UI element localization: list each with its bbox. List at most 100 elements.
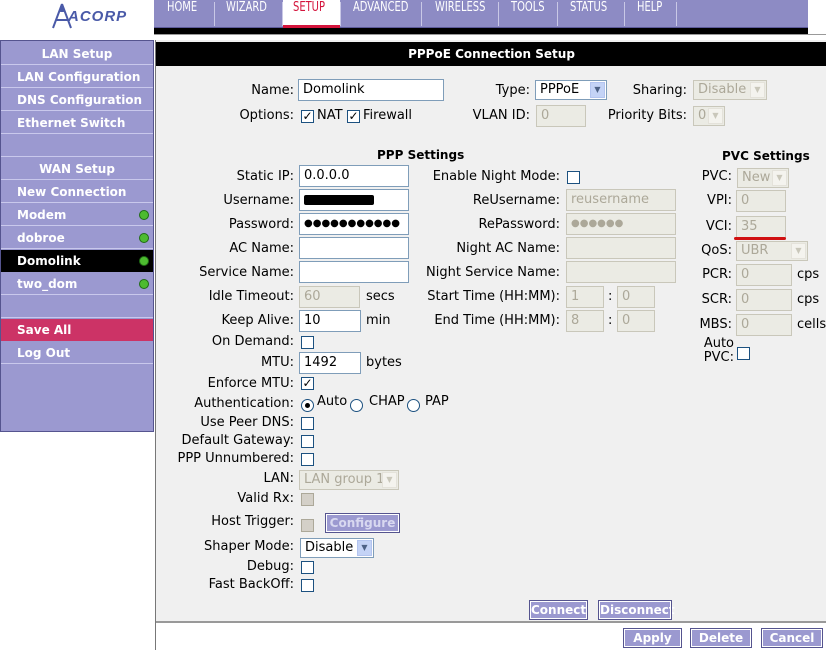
- enforce-mtu-checkbox[interactable]: ✓: [301, 377, 314, 390]
- auto-pvc-checkbox[interactable]: [737, 347, 750, 360]
- save-all-button[interactable]: Save All: [1, 319, 153, 341]
- acorp-logo: ACORP: [0, 0, 154, 33]
- service-name-input[interactable]: [299, 261, 409, 283]
- host-trigger-checkbox[interactable]: [301, 519, 314, 532]
- enable-night-mode-checkbox[interactable]: [567, 171, 580, 184]
- idle-timeout-input[interactable]: 60: [299, 286, 360, 308]
- username-input[interactable]: [299, 189, 409, 211]
- pvc-select[interactable]: New ▼: [737, 168, 789, 188]
- auto-pvc-label-line1: Auto: [703, 336, 734, 351]
- sidebar-item-ethernet-switch[interactable]: Ethernet Switch: [1, 112, 153, 134]
- sidebar-item-two-dom[interactable]: two_dom: [1, 273, 153, 295]
- priority-bits-select[interactable]: 0 ▼: [693, 106, 725, 126]
- on-demand-checkbox[interactable]: [301, 336, 314, 349]
- end-time-colon: :: [608, 313, 613, 328]
- password-label: Password:: [228, 217, 294, 232]
- use-peer-dns-label: Use Peer DNS:: [200, 415, 294, 430]
- nav-setup[interactable]: SETUP: [293, 0, 325, 28]
- vlan-id-input[interactable]: 0: [536, 105, 586, 127]
- log-out-button[interactable]: Log Out: [1, 342, 153, 364]
- configure-button[interactable]: Configure: [325, 513, 400, 533]
- valid-rx-checkbox[interactable]: [301, 493, 314, 506]
- debug-checkbox[interactable]: [301, 561, 314, 574]
- nav-help[interactable]: HELP: [637, 0, 662, 28]
- sidebar-header-lan-setup: LAN Setup: [1, 43, 153, 65]
- nav-tools[interactable]: TOOLS: [511, 0, 545, 28]
- nav-divider: [214, 2, 215, 26]
- top-navigation: HOME WIZARD SETUP ADVANCED WIRELESS TOOL…: [154, 0, 808, 28]
- vci-red-underline: [734, 237, 786, 240]
- nav-status[interactable]: STATUS: [570, 0, 607, 28]
- night-ac-name-input[interactable]: [566, 237, 676, 259]
- sidebar-item-domolink[interactable]: Domolink: [1, 250, 153, 272]
- firewall-checkbox[interactable]: ✓: [347, 110, 360, 123]
- vpi-input[interactable]: 0: [736, 190, 786, 212]
- apply-button[interactable]: Apply: [623, 628, 682, 648]
- sidebar-item-modem[interactable]: Modem: [1, 204, 153, 226]
- end-hour-input[interactable]: 8: [566, 310, 604, 332]
- pvc-settings-header: PVC Settings: [722, 149, 810, 163]
- start-hour-input[interactable]: 1: [566, 286, 604, 308]
- default-gateway-label: Default Gateway:: [181, 433, 295, 448]
- mbs-input[interactable]: 0: [736, 314, 792, 336]
- type-select[interactable]: PPPoE ▼: [535, 80, 607, 100]
- main-panel: PPPoE Connection Setup Name: Domolink Ty…: [155, 40, 826, 650]
- password-input[interactable]: ●●●●●●●●●●●: [299, 213, 409, 235]
- type-label: Type:: [495, 83, 530, 98]
- default-gateway-checkbox[interactable]: [301, 435, 314, 448]
- end-minute-input[interactable]: 0: [617, 310, 655, 332]
- shaper-mode-select[interactable]: Disable ▼: [300, 538, 374, 558]
- night-service-name-input[interactable]: [566, 261, 676, 283]
- repassword-input[interactable]: ●●●●●●: [566, 213, 676, 235]
- cancel-button[interactable]: Cancel: [761, 628, 823, 648]
- sidebar: LAN Setup LAN Configuration DNS Configur…: [0, 40, 154, 432]
- end-time-label: End Time (HH:MM):: [434, 313, 560, 328]
- auth-chap-radio[interactable]: [350, 399, 363, 412]
- auto-pvc-label: Auto PVC:: [686, 337, 734, 365]
- nav-advanced[interactable]: ADVANCED: [353, 0, 408, 28]
- lan-group-select[interactable]: LAN group 1 ▼: [299, 470, 399, 490]
- start-minute-input[interactable]: 0: [617, 286, 655, 308]
- vci-input[interactable]: 35: [736, 216, 786, 238]
- nat-label: NAT: [317, 108, 343, 123]
- auth-auto-label: Auto: [317, 394, 348, 409]
- qos-label: QoS:: [701, 243, 732, 258]
- qos-select[interactable]: UBR ▼: [736, 241, 808, 261]
- sidebar-item-dns-configuration[interactable]: DNS Configuration: [1, 89, 153, 111]
- connect-button[interactable]: Connect: [529, 600, 588, 620]
- night-ac-name-label: Night AC Name:: [456, 241, 560, 256]
- mtu-unit: bytes: [366, 355, 402, 370]
- chevron-down-icon: ▼: [772, 170, 787, 186]
- nav-divider: [340, 2, 341, 26]
- keep-alive-input[interactable]: 10: [299, 310, 361, 332]
- disconnect-button[interactable]: Disconnect: [598, 600, 675, 620]
- nav-divider: [282, 2, 283, 26]
- mtu-input[interactable]: 1492: [299, 352, 361, 374]
- auth-auto-radio[interactable]: [301, 399, 314, 412]
- idle-timeout-label: Idle Timeout:: [208, 289, 294, 304]
- name-input[interactable]: Domolink: [298, 79, 444, 101]
- nav-home[interactable]: HOME: [167, 0, 197, 28]
- nav-wizard[interactable]: WIZARD: [226, 0, 267, 28]
- chevron-down-icon: ▼: [750, 82, 765, 98]
- sidebar-item-dobroe[interactable]: dobroe: [1, 227, 153, 249]
- delete-button[interactable]: Delete: [690, 628, 752, 648]
- bottom-actions-bar: Apply Delete Cancel: [156, 623, 826, 650]
- use-peer-dns-checkbox[interactable]: [301, 417, 314, 430]
- auth-pap-radio[interactable]: [407, 399, 420, 412]
- ppp-unnumbered-checkbox[interactable]: [301, 453, 314, 466]
- sharing-select[interactable]: Disable ▼: [693, 80, 767, 100]
- ac-name-input[interactable]: [299, 237, 409, 259]
- sidebar-item-new-connection[interactable]: New Connection: [1, 181, 153, 203]
- pcr-input[interactable]: 0: [736, 264, 792, 286]
- sidebar-item-lan-configuration[interactable]: LAN Configuration: [1, 66, 153, 88]
- static-ip-input[interactable]: 0.0.0.0: [299, 165, 409, 187]
- reusername-input[interactable]: reusername: [566, 189, 676, 211]
- nat-checkbox[interactable]: ✓: [301, 110, 314, 123]
- start-time-label: Start Time (HH:MM):: [427, 289, 560, 304]
- fast-backoff-checkbox[interactable]: [301, 579, 314, 592]
- nav-wireless[interactable]: WIRELESS: [435, 0, 485, 28]
- scr-input[interactable]: 0: [736, 289, 792, 311]
- keep-alive-label: Keep Alive:: [221, 313, 294, 328]
- vlan-id-label: VLAN ID:: [472, 108, 530, 123]
